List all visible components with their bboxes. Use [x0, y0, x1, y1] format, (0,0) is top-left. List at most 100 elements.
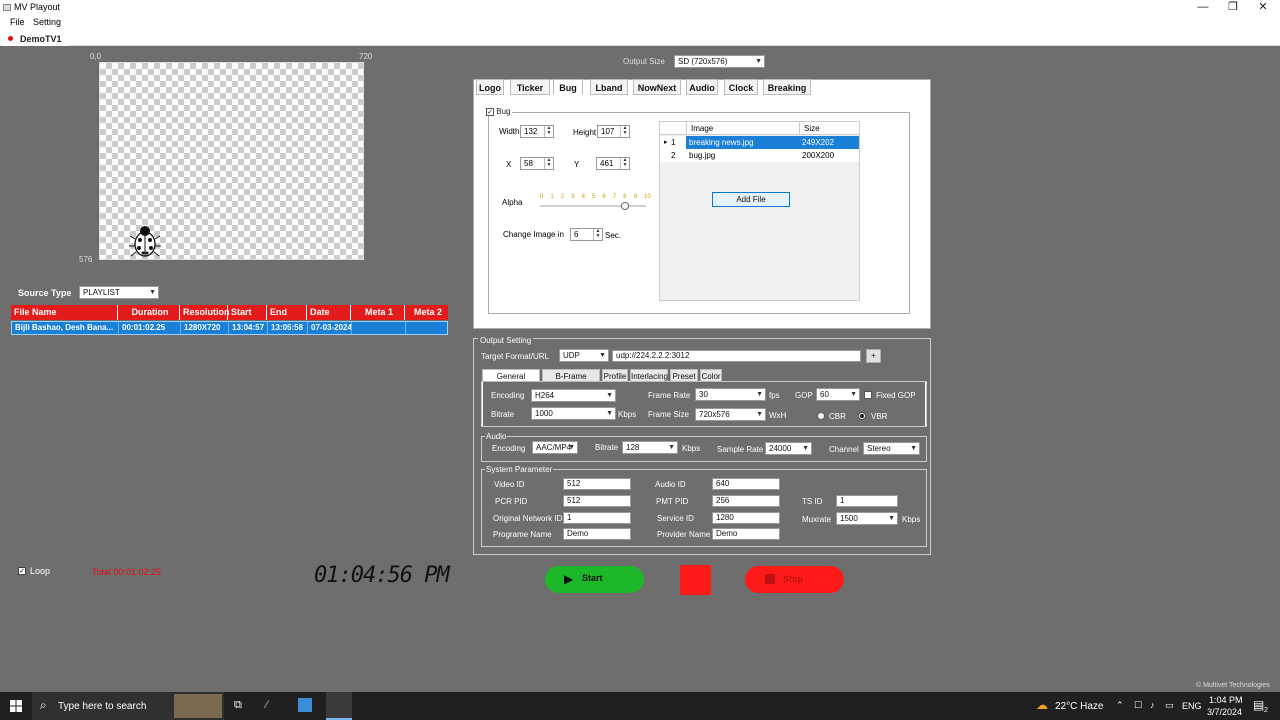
vbr-label: VBR [871, 412, 888, 421]
x-stepper[interactable]: 58 ▲ ▼ [520, 157, 554, 170]
pmt-pid-input[interactable]: 256 [712, 495, 780, 507]
onid-input[interactable]: 1 [563, 512, 631, 524]
channel-select[interactable]: Stereo ▼ [863, 442, 920, 455]
preview-canvas[interactable] [99, 62, 364, 260]
tab-bframe-settings[interactable]: B-Frame settings [542, 369, 600, 394]
windows-start-icon[interactable] [10, 700, 22, 712]
preview-width-label: 720 [359, 52, 373, 61]
framerate-select[interactable]: 30 ▼ [695, 388, 766, 401]
col-resolution[interactable]: Resolution [180, 305, 230, 320]
source-type-select[interactable]: PLAYLIST ▼ [79, 286, 159, 299]
stop-button[interactable]: Stop [745, 566, 844, 593]
tab-nownext[interactable]: NowNext [633, 79, 681, 95]
taskbar-mv-playout-icon[interactable] [326, 692, 352, 720]
provider-name-input[interactable]: Demo [712, 528, 780, 540]
service-id-input[interactable]: 1280 [712, 512, 780, 524]
close-button[interactable]: ✕ [1248, 0, 1278, 16]
taskbar-date[interactable]: 3/7/2024 [1207, 707, 1242, 717]
menu-file[interactable]: File [10, 17, 25, 27]
notification-icon[interactable]: ▤ [1253, 698, 1264, 712]
audio-id-input[interactable]: 640 [712, 478, 780, 490]
tab-audio[interactable]: Audio [686, 79, 718, 95]
alpha-slider-track[interactable] [540, 205, 646, 207]
target-format-label: Target Format/URL [481, 352, 550, 361]
weather-text[interactable]: 22°C Haze [1055, 701, 1103, 712]
tab-logo[interactable]: Logo [476, 79, 504, 95]
samplerate-select[interactable]: 24000 ▼ [765, 442, 812, 455]
audio-encoding-select[interactable]: AAC/MP4 ▼ [532, 441, 578, 454]
taskbar-search-box[interactable]: ⌕ Type here to search [32, 692, 224, 720]
width-stepper[interactable]: 132 ▲ ▼ [520, 125, 554, 138]
bitrate-select[interactable]: 1000 ▼ [531, 407, 616, 420]
stepper-arrows-icon[interactable]: ▲ ▼ [544, 126, 553, 137]
vbr-radio[interactable] [858, 412, 866, 420]
menu-setting[interactable]: Setting [33, 17, 61, 27]
loop-checkbox[interactable]: ✓ [18, 567, 26, 575]
col-image[interactable]: Image [691, 124, 713, 133]
chevron-up-icon[interactable]: ⌃ [1116, 700, 1124, 711]
target-format-select[interactable]: UDP ▼ [559, 349, 609, 362]
taskbar-time[interactable]: 1:04 PM [1209, 695, 1243, 705]
stepper-arrows-icon[interactable]: ▲ ▼ [620, 126, 629, 137]
tab-general-settings[interactable]: General Settings [482, 369, 540, 394]
framesize-select[interactable]: 720x576 ▼ [695, 408, 766, 421]
muxrate-select[interactable]: 1500 ▼ [836, 512, 898, 525]
col-date[interactable]: Date [307, 305, 351, 320]
taskbar-app-icon[interactable] [298, 698, 312, 712]
output-size-select[interactable]: SD (720x576) ▼ [674, 55, 765, 68]
samplerate-value: 24000 [769, 444, 792, 453]
height-stepper[interactable]: 107 ▲ ▼ [597, 125, 630, 138]
tab-profile[interactable]: Profile [602, 369, 628, 382]
cbr-label: CBR [829, 412, 846, 421]
col-file-name[interactable]: File Name [11, 305, 118, 320]
audio-bitrate-select[interactable]: 128 ▼ [622, 441, 678, 454]
task-view-icon[interactable]: ⧉ [234, 699, 242, 712]
y-stepper[interactable]: 461 ▲ ▼ [596, 157, 630, 170]
language-indicator[interactable]: ENG [1182, 701, 1202, 711]
col-meta1[interactable]: Meta 1 [351, 305, 405, 320]
gop-select[interactable]: 60 ▼ [816, 388, 860, 401]
table-row[interactable]: ▸ 1 breaking news.jpg 249X202 [660, 136, 859, 149]
tab-preset[interactable]: Preset [670, 369, 698, 382]
fixed-gop-checkbox[interactable] [864, 391, 872, 399]
col-duration[interactable]: Duration [118, 305, 180, 320]
col-start[interactable]: Start [228, 305, 267, 320]
gop-value: 60 [820, 390, 829, 399]
col-meta2[interactable]: Meta 2 [405, 305, 448, 320]
stepper-arrows-icon[interactable]: ▲ ▼ [544, 158, 553, 169]
taskbar: ⌕ Type here to search ⧉ ∕ ☁ 22°C Haze ⌃ … [0, 692, 1280, 720]
target-format-value: UDP [563, 351, 580, 360]
network-icon[interactable]: ☐ [1134, 700, 1142, 711]
tab-lband[interactable]: Lband [590, 79, 628, 95]
url-input[interactable]: udp://224.2.2.2:3012 [612, 350, 861, 362]
start-button[interactable]: ▶ Start [545, 566, 644, 593]
tab-ticker[interactable]: Ticker [510, 79, 550, 95]
ts-id-input[interactable]: 1 [836, 495, 898, 507]
tab-interlacing[interactable]: Interlacing [630, 369, 668, 382]
add-url-button[interactable]: + [866, 349, 881, 363]
col-size[interactable]: Size [804, 124, 820, 133]
taskbar-app-icon[interactable]: ∕ [266, 699, 268, 711]
video-id-input[interactable]: 512 [563, 478, 631, 490]
bitrate-label: Bitrate [491, 410, 515, 419]
tab-breaking[interactable]: Breaking [763, 79, 811, 95]
battery-icon[interactable]: ▭ [1165, 700, 1174, 711]
add-file-button[interactable]: Add File [712, 192, 790, 207]
programe-name-input[interactable]: Demo [563, 528, 631, 540]
cbr-radio[interactable] [817, 412, 825, 420]
tab-color[interactable]: Color [700, 369, 722, 382]
col-end[interactable]: End [267, 305, 307, 320]
table-row[interactable]: Bijli Bashao, Desh Bana... 00:01:02.25 1… [11, 321, 448, 335]
minimize-button[interactable]: — [1188, 0, 1218, 16]
stepper-arrows-icon[interactable]: ▲ ▼ [620, 158, 629, 169]
encoding-select[interactable]: H264 ▼ [531, 389, 616, 402]
tab-bug[interactable]: Bug [553, 79, 583, 95]
change-image-stepper[interactable]: 6 ▲ ▼ [570, 228, 603, 241]
tab-clock[interactable]: Clock [724, 79, 758, 95]
table-row[interactable]: 2 bug.jpg 200X200 [660, 149, 859, 162]
stepper-arrows-icon[interactable]: ▲ ▼ [593, 229, 602, 240]
bug-enable-checkbox[interactable]: ✓ [486, 108, 494, 116]
pcr-pid-input[interactable]: 512 [563, 495, 631, 507]
volume-icon[interactable]: ♪ [1150, 700, 1155, 710]
restore-button[interactable]: ❐ [1218, 0, 1248, 16]
